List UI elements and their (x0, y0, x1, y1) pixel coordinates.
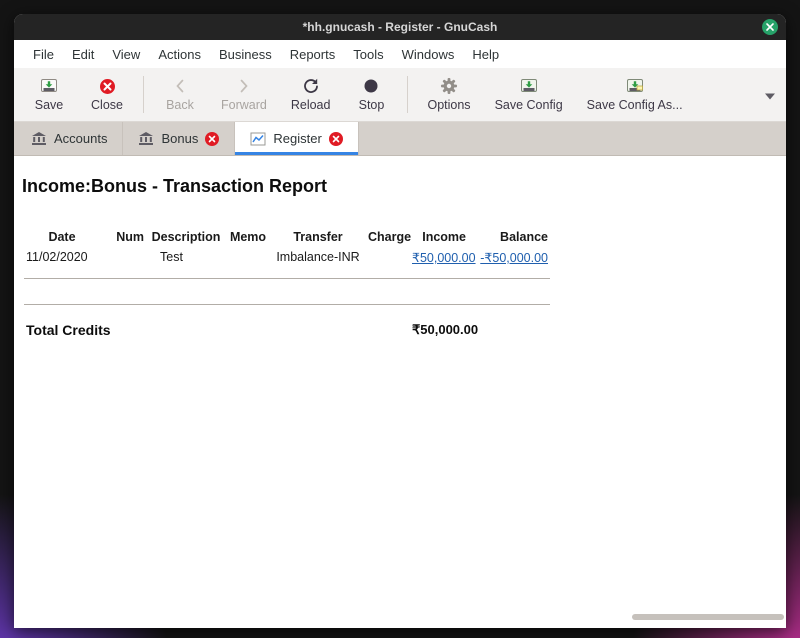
menu-edit[interactable]: Edit (63, 42, 103, 67)
reload-button[interactable]: Reload (279, 73, 343, 116)
forward-button[interactable]: Forward (209, 73, 279, 116)
tab-accounts[interactable]: Accounts (16, 122, 123, 155)
options-button[interactable]: Options (415, 73, 482, 116)
column-header-description: Description (146, 227, 226, 247)
chevron-down-icon (765, 93, 775, 99)
report-view: Income:Bonus - Transaction Report Date N… (14, 156, 786, 628)
column-header-memo: Memo (226, 227, 270, 247)
tab-bonus-label: Bonus (161, 131, 198, 146)
menubar: File Edit View Actions Business Reports … (14, 40, 786, 68)
forward-label: Forward (221, 98, 267, 112)
menu-view[interactable]: View (103, 42, 149, 67)
tab-bonus[interactable]: Bonus (123, 122, 235, 155)
back-icon (171, 77, 189, 95)
tabbar: Accounts Bonus (14, 122, 786, 156)
gear-icon (440, 77, 458, 95)
menu-business[interactable]: Business (210, 42, 281, 67)
forward-icon (235, 77, 253, 95)
transaction-table: Date Num Description Memo Transfer Charg… (24, 227, 550, 268)
bank-icon (31, 131, 47, 146)
save-label: Save (35, 98, 64, 112)
tab-register[interactable]: Register (235, 122, 358, 155)
options-label: Options (427, 98, 470, 112)
chart-icon (250, 132, 266, 146)
menu-help[interactable]: Help (463, 42, 508, 67)
tab-bonus-close-button[interactable] (205, 132, 219, 146)
column-header-date: Date (24, 227, 100, 247)
tab-accounts-label: Accounts (54, 131, 107, 146)
stop-label: Stop (359, 98, 385, 112)
bank-icon (138, 131, 154, 146)
save-icon (40, 77, 58, 95)
row-memo (226, 247, 270, 268)
column-header-num: Num (100, 227, 146, 247)
stop-icon (362, 77, 380, 95)
row-date: 11/02/2020 (24, 247, 100, 268)
totals-row: Total Credits ₹50,000.00 (24, 319, 550, 341)
menu-windows[interactable]: Windows (393, 42, 464, 67)
window-close-icon (765, 22, 775, 32)
save-config-as-label: Save Config As... (587, 98, 683, 112)
horizontal-scrollbar-thumb[interactable] (632, 614, 784, 620)
column-header-income: Income (410, 227, 468, 247)
row-balance-link[interactable]: -₹50,000.00 (468, 247, 550, 268)
save-config-label: Save Config (495, 98, 563, 112)
save-config-button[interactable]: Save Config (483, 73, 575, 116)
close-icon (99, 77, 116, 95)
toolbar-separator (407, 76, 408, 113)
menu-tools[interactable]: Tools (344, 42, 392, 67)
reload-label: Reload (291, 98, 331, 112)
table-rule (24, 304, 550, 305)
total-credits-label: Total Credits (24, 319, 270, 341)
save-button[interactable]: Save (20, 73, 78, 116)
window-title: *hh.gnucash - Register - GnuCash (303, 20, 498, 34)
menu-file[interactable]: File (24, 42, 63, 67)
desktop-background: *hh.gnucash - Register - GnuCash File Ed… (0, 0, 800, 638)
tab-register-label: Register (273, 131, 321, 146)
save-config-as-button[interactable]: Save Config As... (575, 73, 695, 116)
tab-register-close-button[interactable] (329, 132, 343, 146)
column-header-balance: Balance (468, 227, 550, 247)
toolbar-overflow-button[interactable] (761, 83, 779, 106)
row-description: Test (146, 247, 226, 268)
table-rule (24, 278, 550, 279)
toolbar-separator (143, 76, 144, 113)
save-config-icon (520, 77, 538, 95)
titlebar: *hh.gnucash - Register - GnuCash (14, 14, 786, 40)
report-title: Income:Bonus - Transaction Report (22, 176, 786, 197)
close-label: Close (91, 98, 123, 112)
reload-icon (302, 77, 320, 95)
stop-button[interactable]: Stop (342, 73, 400, 116)
window-close-button[interactable] (762, 19, 778, 35)
row-transfer: Imbalance-INR (270, 247, 366, 268)
total-credits-value: ₹50,000.00 (410, 319, 468, 341)
row-charge (366, 247, 410, 268)
row-num (100, 247, 146, 268)
save-config-as-icon (626, 77, 644, 95)
column-header-charge: Charge (366, 227, 410, 247)
close-icon (208, 135, 216, 143)
gnucash-window: *hh.gnucash - Register - GnuCash File Ed… (14, 14, 786, 628)
column-header-transfer: Transfer (270, 227, 366, 247)
back-button[interactable]: Back (151, 73, 209, 116)
menu-reports[interactable]: Reports (281, 42, 345, 67)
menu-actions[interactable]: Actions (149, 42, 210, 67)
close-icon (332, 135, 340, 143)
close-button[interactable]: Close (78, 73, 136, 116)
back-label: Back (166, 98, 194, 112)
toolbar: Save Close Back (14, 68, 786, 122)
row-income-link[interactable]: ₹50,000.00 (410, 247, 468, 268)
